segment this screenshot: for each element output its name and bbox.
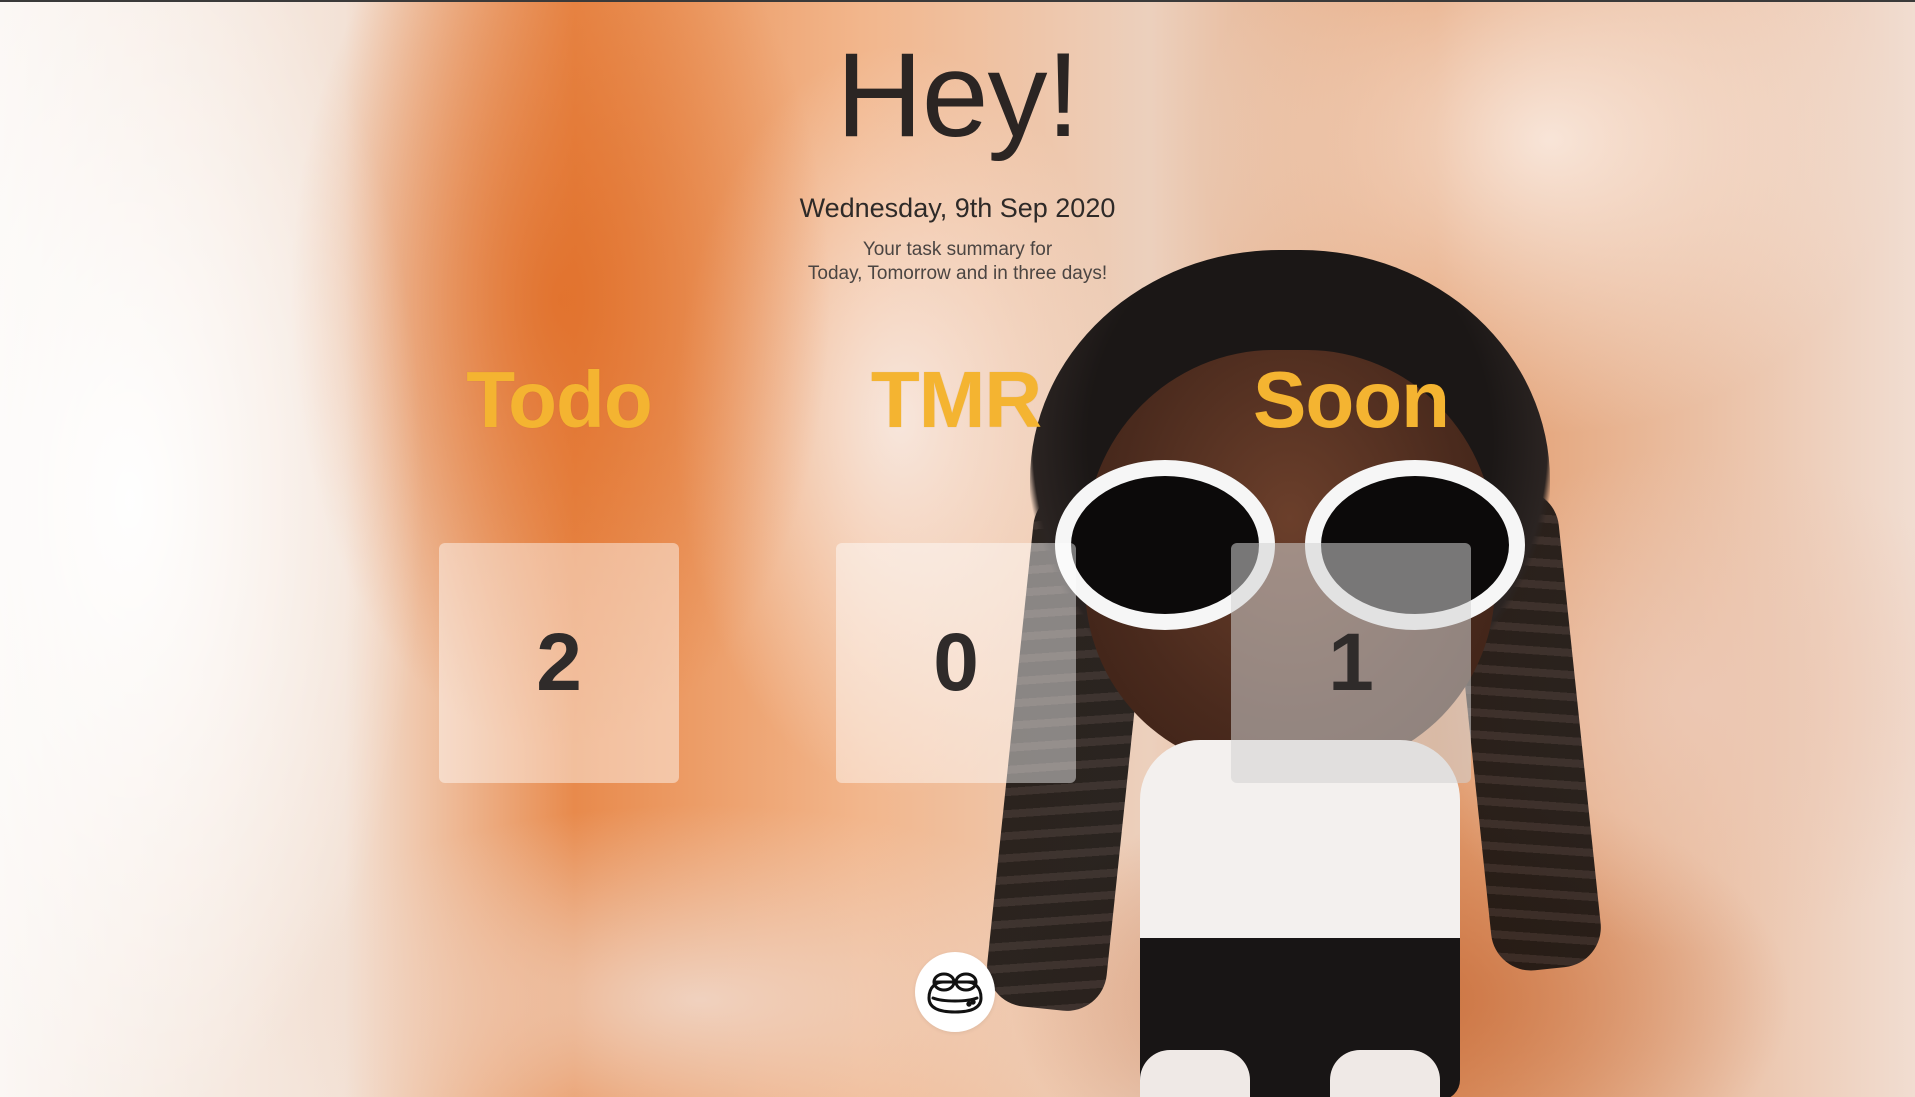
summary-line-2: Today, Tomorrow and in three days! [807, 263, 1108, 284]
summary-text: Your task summary for Today, Tomorrow an… [0, 238, 1915, 286]
column-tmr: TMR 0 [836, 360, 1076, 790]
todo-count: 2 [536, 617, 582, 708]
column-soon-label: Soon [1253, 355, 1450, 444]
column-todo: Todo 2 [439, 360, 679, 790]
column-soon: Soon 1 [1231, 360, 1471, 790]
todo-count-card[interactable]: 2 [439, 543, 679, 783]
app-page: Hey! Wednesday, 9th Sep 2020 Your task s… [0, 0, 1915, 1097]
greeting-heading: Hey! [836, 28, 1080, 162]
current-date: Wednesday, 9th Sep 2020 [799, 193, 1116, 223]
tmr-count-card[interactable]: 0 [836, 543, 1076, 783]
soon-count: 1 [1328, 617, 1374, 708]
frog-face-icon [927, 972, 983, 1014]
main-content: Hey! Wednesday, 9th Sep 2020 Your task s… [0, 0, 1915, 1097]
task-columns: Todo 2 TMR 0 Soon 1 [0, 360, 1915, 790]
column-tmr-label: TMR [870, 355, 1042, 444]
summary-line-1: Your task summary for [862, 239, 1053, 260]
column-todo-label: Todo [466, 355, 653, 444]
tmr-count: 0 [933, 617, 979, 708]
soon-count-card[interactable]: 1 [1231, 543, 1471, 783]
mascot-button[interactable] [915, 952, 995, 1032]
